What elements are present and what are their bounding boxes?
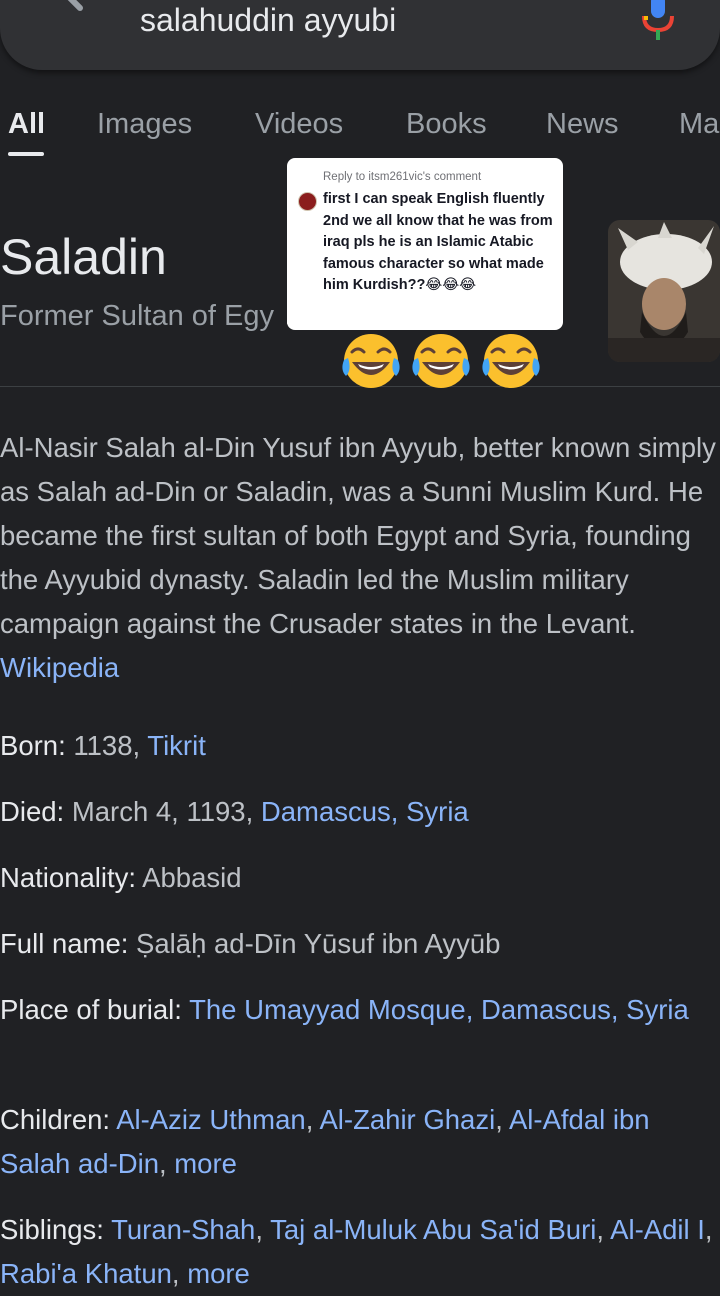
- tears-of-joy-emoji-icon: [342, 334, 400, 388]
- fact-value: Abbasid: [136, 862, 242, 893]
- child-link[interactable]: Al-Zahir Ghazi: [319, 1104, 495, 1135]
- fact-label: Place of burial:: [0, 994, 182, 1025]
- description-text: Al-Nasir Salah al-Din Yusuf ibn Ayyub, b…: [0, 432, 716, 639]
- sibling-link[interactable]: Rabi'a Khatun: [0, 1258, 172, 1289]
- fact-label: Nationality:: [0, 862, 137, 893]
- tab-news[interactable]: News: [546, 108, 619, 141]
- siblings-more-link[interactable]: more: [187, 1258, 250, 1289]
- comment-text: first I can speak English fluently 2nd w…: [323, 191, 553, 294]
- fact-full-name: Full name: Ṣalāḥ ad-Dīn Yūsuf ibn Ayyūb: [0, 922, 716, 966]
- fact-value: Ṣalāḥ ad-Dīn Yūsuf ibn Ayyūb: [128, 928, 501, 959]
- active-tab-indicator: [8, 152, 44, 156]
- tears-of-joy-emoji-icon: [412, 334, 470, 388]
- wikipedia-link[interactable]: Wikipedia: [0, 652, 119, 683]
- tab-images[interactable]: Images: [97, 108, 192, 141]
- sibling-link[interactable]: Al-Adil I: [610, 1214, 705, 1245]
- commenter-avatar: [298, 192, 317, 211]
- fact-link-tikrit[interactable]: Tikrit: [147, 730, 206, 761]
- entity-portrait-image[interactable]: [608, 220, 720, 362]
- fact-siblings: Siblings: Turan-Shah, Taj al-Muluk Abu S…: [0, 1214, 713, 1289]
- sibling-link[interactable]: Turan-Shah: [111, 1214, 255, 1245]
- fact-children: Children: Al-Aziz Uthman, Al-Zahir Ghazi…: [0, 1104, 650, 1179]
- reaction-emoji-row: [338, 330, 548, 392]
- entity-description: Al-Nasir Salah al-Din Yusuf ibn Ayyub, b…: [0, 426, 716, 690]
- fact-place-of-burial: Place of burial: The Umayyad Mosque, Dam…: [0, 988, 716, 1032]
- reply-comment-sticker[interactable]: Reply to itsm261vic's comment first I ca…: [287, 158, 563, 330]
- search-icon[interactable]: [38, 0, 84, 12]
- fact-died: Died: March 4, 1193, Damascus, Syria: [0, 790, 716, 834]
- fact-link-burial[interactable]: The Umayyad Mosque, Damascus, Syria: [189, 994, 689, 1025]
- fact-value: 1138,: [65, 730, 148, 761]
- child-link[interactable]: Al-Aziz Uthman: [116, 1104, 306, 1135]
- tab-maps[interactable]: Ma: [679, 108, 719, 141]
- entity-title: Saladin: [0, 229, 167, 285]
- fact-link-damascus[interactable]: Damascus, Syria: [261, 796, 469, 827]
- fact-label: Children:: [0, 1104, 111, 1135]
- fact-label: Full name:: [0, 928, 129, 959]
- tab-books[interactable]: Books: [406, 108, 487, 141]
- fact-label: Died:: [0, 796, 65, 827]
- fact-label: Born:: [0, 730, 66, 761]
- fact-value: March 4, 1193,: [64, 796, 261, 827]
- portrait-illustration: [608, 220, 720, 362]
- microphone-icon[interactable]: [640, 0, 676, 44]
- entity-subtitle: Former Sultan of Egy: [0, 300, 274, 332]
- tab-videos[interactable]: Videos: [255, 108, 343, 141]
- sibling-link[interactable]: Taj al-Muluk Abu Sa'id Buri: [270, 1214, 596, 1245]
- search-tabs: All Images Videos Books News Ma: [0, 104, 720, 160]
- fact-born: Born: 1138, Tikrit: [0, 724, 716, 768]
- search-input[interactable]: salahuddin ayyubi: [140, 2, 396, 39]
- tears-of-joy-emoji-icon: [482, 334, 540, 388]
- fact-label: Siblings:: [0, 1214, 104, 1245]
- children-more-link[interactable]: more: [174, 1148, 237, 1179]
- fact-nationality: Nationality: Abbasid: [0, 856, 716, 900]
- reply-header: Reply to itsm261vic's comment: [323, 171, 482, 183]
- tab-all[interactable]: All: [8, 108, 45, 141]
